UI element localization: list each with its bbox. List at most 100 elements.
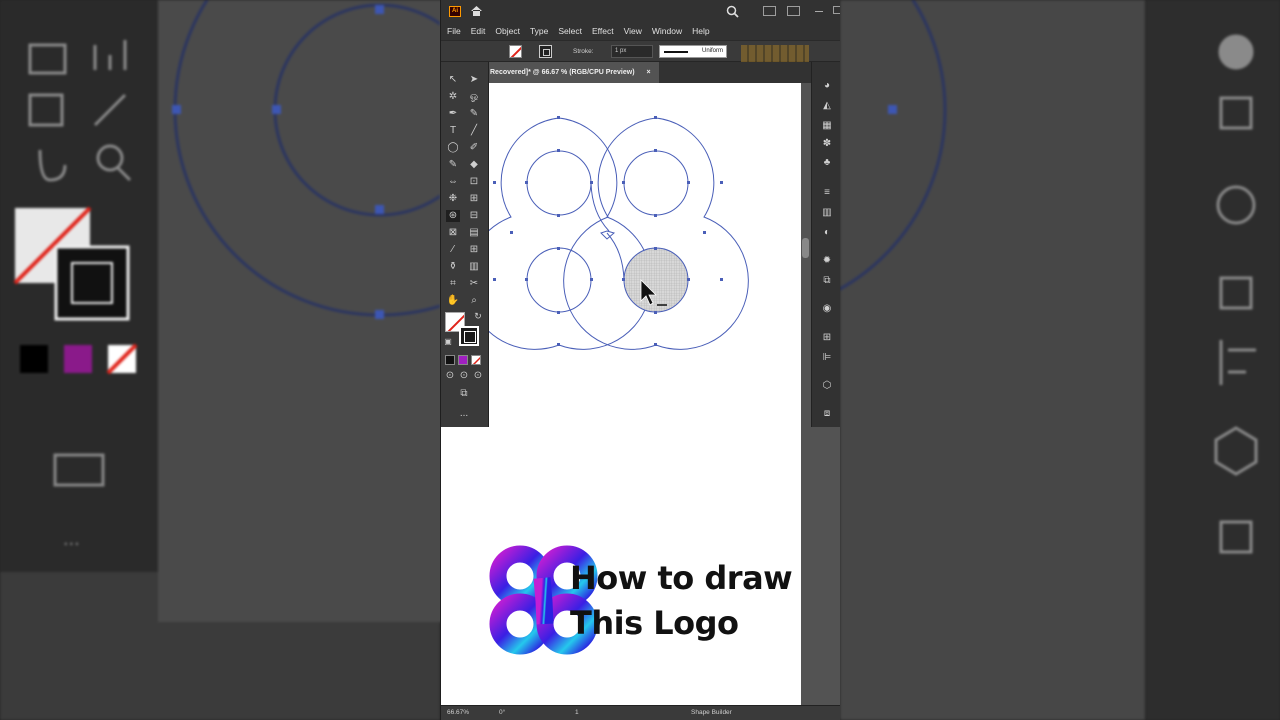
magic-wand-tool-icon[interactable]: ✲ bbox=[446, 91, 460, 103]
swap-fill-stroke-icon[interactable]: ↻ bbox=[471, 310, 485, 322]
curvature-tool-icon[interactable]: ✎ bbox=[467, 108, 481, 120]
stroke-swatch[interactable] bbox=[539, 45, 552, 58]
zoom-tool-icon[interactable]: ⌕ bbox=[467, 295, 481, 307]
symbols-icon[interactable]: ♣ bbox=[821, 157, 833, 169]
draw-normal-icon[interactable]: ⊙ bbox=[443, 370, 457, 382]
scale-tool-icon[interactable]: ⊡ bbox=[467, 176, 481, 188]
headline-line-1: How to draw bbox=[570, 559, 793, 597]
stroke-label: Stroke: bbox=[573, 48, 594, 55]
rotation-value[interactable]: 0° bbox=[499, 709, 505, 716]
blurred-left-panel: ... bbox=[0, 0, 470, 720]
search-icon[interactable] bbox=[726, 5, 739, 18]
selection-tool-icon[interactable]: ↖ bbox=[446, 74, 460, 86]
menu-help[interactable]: Help bbox=[692, 26, 709, 36]
swatches-icon[interactable]: ▦ bbox=[821, 120, 833, 132]
edit-toolbar-icon[interactable]: ... bbox=[457, 408, 471, 420]
menu-file[interactable]: File bbox=[447, 26, 461, 36]
blurred-artwork-right bbox=[840, 0, 947, 291]
control-bar: Stroke: 1 px Uniform bbox=[441, 40, 840, 105]
graphic-styles-icon[interactable]: ⧉ bbox=[821, 275, 833, 287]
eyedropper-tool-icon[interactable]: ⁄ bbox=[446, 244, 460, 256]
shape-builder-tool-icon[interactable]: ⊛ bbox=[446, 210, 460, 222]
line-tool-icon[interactable]: ╱ bbox=[467, 125, 481, 137]
paintbrush-tool-icon[interactable]: ✐ bbox=[467, 142, 481, 154]
color-guide-icon[interactable]: ◭ bbox=[821, 100, 833, 112]
gradient-panel-icon[interactable]: ▥ bbox=[821, 207, 833, 219]
brushes-icon[interactable]: ✽ bbox=[821, 138, 833, 150]
vertical-scrollbar[interactable] bbox=[801, 83, 811, 705]
maximize-button[interactable] bbox=[833, 6, 840, 14]
workspace-icon[interactable] bbox=[787, 6, 800, 16]
status-bar: 66.67% 0° 1 Shape Builder bbox=[441, 705, 840, 720]
stroke-weight-input[interactable]: 1 px bbox=[611, 45, 653, 58]
zoom-level[interactable]: 66.67% bbox=[447, 709, 469, 716]
width-tool-icon[interactable]: ❉ bbox=[446, 193, 460, 205]
gradient-tool-icon[interactable]: ▤ bbox=[467, 227, 481, 239]
panels-dock: ◕ ◭ ▦ ✽ ♣ ≡ ▥ ◐ ✹ ⧉ ◉ ⊞ ⊫ ⬡ ⧈ bbox=[811, 62, 840, 427]
draw-behind-icon[interactable]: ⊙ bbox=[457, 370, 471, 382]
3d-materials-icon[interactable]: ⬡ bbox=[821, 380, 833, 392]
transparency-icon[interactable]: ◐ bbox=[821, 227, 833, 239]
mesh-tool-icon[interactable]: ⊠ bbox=[446, 227, 460, 239]
default-fill-stroke-icon[interactable]: ▣ bbox=[441, 336, 455, 348]
eraser-tool-icon[interactable]: ◆ bbox=[467, 159, 481, 171]
type-tool-icon[interactable]: T bbox=[446, 125, 460, 137]
artboard-tool-icon[interactable]: ⌗ bbox=[446, 278, 460, 290]
illustrator-window: Ai File Edit Object Type Select Effect V… bbox=[440, 0, 840, 720]
current-tool-name: Shape Builder bbox=[691, 709, 732, 716]
slice-tool-icon[interactable]: ✂ bbox=[467, 278, 481, 290]
menu-bar: File Edit Object Type Select Effect View… bbox=[441, 22, 840, 40]
menu-type[interactable]: Type bbox=[530, 26, 548, 36]
bg-more-dots: ... bbox=[63, 528, 80, 550]
artboard-lower-left bbox=[441, 427, 489, 705]
color-panel-icon[interactable]: ◕ bbox=[821, 80, 833, 92]
pathfinder-icon[interactable]: ⧈ bbox=[821, 408, 833, 420]
menu-window[interactable]: Window bbox=[652, 26, 682, 36]
menu-object[interactable]: Object bbox=[495, 26, 520, 36]
arrange-documents-icon[interactable] bbox=[763, 6, 776, 16]
layers-icon[interactable]: ◉ bbox=[821, 303, 833, 315]
minimize-button[interactable] bbox=[815, 6, 823, 12]
headline-line-2: This Logo bbox=[570, 604, 739, 642]
menu-edit[interactable]: Edit bbox=[471, 26, 486, 36]
column-graph-tool-icon[interactable]: ▥ bbox=[467, 261, 481, 273]
lasso-tool-icon[interactable]: ஓ bbox=[467, 91, 481, 103]
headline-text: How to draw This Logo bbox=[570, 556, 793, 646]
scroll-thumb[interactable] bbox=[802, 238, 809, 258]
draw-inside-icon[interactable]: ⊙ bbox=[471, 370, 485, 382]
none-mode-swatch[interactable] bbox=[471, 355, 481, 365]
ellipse-tool-icon[interactable]: ◯ bbox=[446, 142, 460, 154]
title-bar: Ai bbox=[441, 0, 840, 22]
symbol-sprayer-tool-icon[interactable]: ⚱ bbox=[446, 261, 460, 273]
direct-selection-tool-icon[interactable]: ➤ bbox=[467, 74, 481, 86]
menu-effect[interactable]: Effect bbox=[592, 26, 614, 36]
blurred-right-panel bbox=[840, 0, 1280, 720]
align-icon[interactable]: ⊫ bbox=[821, 352, 833, 364]
home-icon[interactable] bbox=[470, 5, 483, 17]
free-transform-tool-icon[interactable]: ⊞ bbox=[467, 193, 481, 205]
stroke-color-box[interactable] bbox=[459, 326, 479, 346]
hand-tool-icon[interactable]: ✋ bbox=[446, 295, 460, 307]
artboard-number[interactable]: 1 bbox=[575, 709, 579, 716]
transform-icon[interactable]: ⊞ bbox=[821, 332, 833, 344]
menu-select[interactable]: Select bbox=[558, 26, 582, 36]
perspective-grid-tool-icon[interactable]: ⊟ bbox=[467, 210, 481, 222]
blend-tool-icon[interactable]: ⊞ bbox=[467, 244, 481, 256]
stroke-profile-select[interactable]: Uniform bbox=[659, 45, 727, 58]
document-tab[interactable]: Recovered]* @ 66.67 % (RGB/CPU Preview) … bbox=[489, 62, 659, 83]
screen-mode-icon[interactable]: ⧉ bbox=[457, 388, 471, 400]
tools-panel: ↖ ➤ ✲ ஓ ✒ ✎ T ╱ ◯ ✐ ✎ ◆ ⇔ ⊡ ❉ ⊞ ⊛ ⊟ ⊠ ▤ … bbox=[441, 62, 489, 427]
gradient-mode-swatch[interactable] bbox=[458, 355, 468, 365]
menu-view[interactable]: View bbox=[624, 26, 642, 36]
stroke-panel-icon[interactable]: ≡ bbox=[821, 187, 833, 199]
document-tab-bar: Recovered]* @ 66.67 % (RGB/CPU Preview) … bbox=[489, 62, 840, 83]
pen-tool-icon[interactable]: ✒ bbox=[446, 108, 460, 120]
app-logo: Ai bbox=[449, 6, 461, 17]
rotate-tool-icon[interactable]: ⇔ bbox=[446, 176, 460, 188]
shaper-tool-icon[interactable]: ✎ bbox=[446, 159, 460, 171]
close-tab-icon[interactable]: × bbox=[647, 69, 651, 76]
color-mode-swatch[interactable] bbox=[445, 355, 455, 365]
document-tab-title: Recovered]* @ 66.67 % (RGB/CPU Preview) bbox=[490, 69, 635, 76]
appearance-icon[interactable]: ✹ bbox=[821, 255, 833, 267]
fill-none-swatch[interactable] bbox=[509, 45, 522, 58]
